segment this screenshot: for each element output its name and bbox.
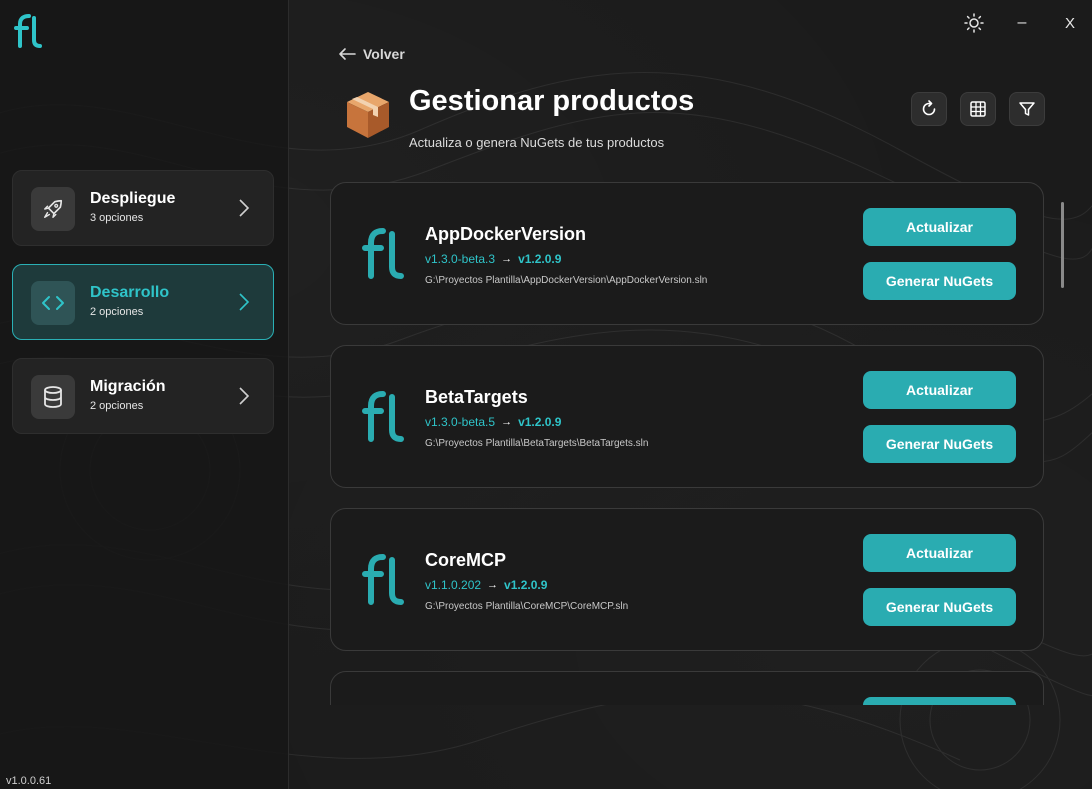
product-path: G:\Proyectos Plantilla\BetaTargets\BetaT… [425,438,649,449]
update-button[interactable]: Actualizar [863,534,1016,572]
app-logo-icon [14,14,42,48]
version-arrow: → [501,416,513,428]
sidebar-item-subtitle: 2 opciones [90,306,144,318]
generate-nugets-button[interactable]: Generar NuGets [863,588,1016,626]
target-version: v1.2.0.9 [504,578,548,592]
chevron-right-icon [239,293,250,311]
sidebar-item-desarrollo[interactable]: Desarrollo 2 opciones [12,264,274,340]
grid-view-button[interactable] [960,92,996,126]
product-logo-icon [362,391,404,442]
generate-nugets-button[interactable]: Generar NuGets [863,262,1016,300]
code-icon [42,296,64,310]
refresh-button[interactable] [911,92,947,126]
database-icon-container [31,375,75,419]
database-icon [44,386,62,408]
sidebar-item-title: Migración [90,378,166,395]
close-button[interactable]: X [1060,10,1080,36]
rocket-icon [44,199,63,218]
product-card-appdockerversion: AppDockerVersion v1.3.0-beta.3 → v1.2.0.… [330,182,1044,325]
sidebar-item-title: Desarrollo [90,284,170,301]
back-label: Volver [363,46,405,62]
sidebar-item-migracion[interactable]: Migración 2 opciones [12,358,274,434]
rocket-icon-container [31,187,75,231]
product-name: CoreMCP [425,550,507,570]
version-arrow: → [487,579,499,591]
product-path: G:\Proyectos Plantilla\AppDockerVersion\… [425,275,708,286]
filter-icon [1019,102,1035,116]
sidebar-item-subtitle: 3 opciones [90,212,144,224]
product-card-partial [330,671,1044,705]
scrollbar-thumb[interactable] [1061,202,1064,288]
current-version: v1.3.0-beta.3 [425,252,496,266]
product-card-betatargets: BetaTargets v1.3.0-beta.5 → v1.2.0.9 G:\… [330,345,1044,488]
product-name: BetaTargets [425,387,528,407]
minimize-button[interactable]: – [1012,10,1032,36]
product-versions: v1.1.0.202 → v1.2.0.9 [425,578,547,592]
product-versions: v1.3.0-beta.3 → v1.2.0.9 [425,252,561,266]
sidebar-item-title: Despliegue [90,190,176,207]
product-card-coremcp: CoreMCP v1.1.0.202 → v1.2.0.9 G:\Proyect… [330,508,1044,651]
chevron-right-icon [239,199,250,217]
update-button[interactable] [863,697,1016,705]
page-title: Gestionar productos [409,85,695,117]
sidebar-item-subtitle: 2 opciones [90,400,144,412]
current-version: v1.1.0.202 [425,578,482,592]
sun-icon [964,13,984,33]
app-version: v1.0.0.61 [6,775,52,787]
product-list: AppDockerVersion v1.3.0-beta.3 → v1.2.0.… [330,182,1046,705]
update-button[interactable]: Actualizar [863,371,1016,409]
product-versions: v1.3.0-beta.5 → v1.2.0.9 [425,415,561,429]
back-button[interactable]: Volver [337,46,405,62]
refresh-icon [922,100,936,116]
page-subtitle: Actualiza o genera NuGets de tus product… [409,135,665,150]
filter-button[interactable] [1009,92,1045,126]
app-window: Despliegue 3 opciones Desarrollo 2 opcio… [0,0,1092,789]
theme-toggle-button[interactable] [962,10,986,36]
target-version: v1.2.0.9 [518,415,562,429]
chevron-right-icon [239,387,250,405]
package-box-icon [347,92,389,138]
generate-nugets-button[interactable]: Generar NuGets [863,425,1016,463]
product-path: G:\Proyectos Plantilla\CoreMCP\CoreMCP.s… [425,601,629,612]
current-version: v1.3.0-beta.5 [425,415,496,429]
product-logo-icon [362,228,404,279]
sidebar-item-despliegue[interactable]: Despliegue 3 opciones [12,170,274,246]
grid-icon [970,101,986,117]
product-name: AppDockerVersion [425,224,587,244]
version-arrow: → [501,253,513,265]
sidebar: Despliegue 3 opciones Desarrollo 2 opcio… [0,0,289,789]
update-button[interactable]: Actualizar [863,208,1016,246]
target-version: v1.2.0.9 [518,252,562,266]
arrow-left-icon [339,48,356,60]
product-logo-icon [362,554,404,605]
code-icon-container [31,281,75,325]
